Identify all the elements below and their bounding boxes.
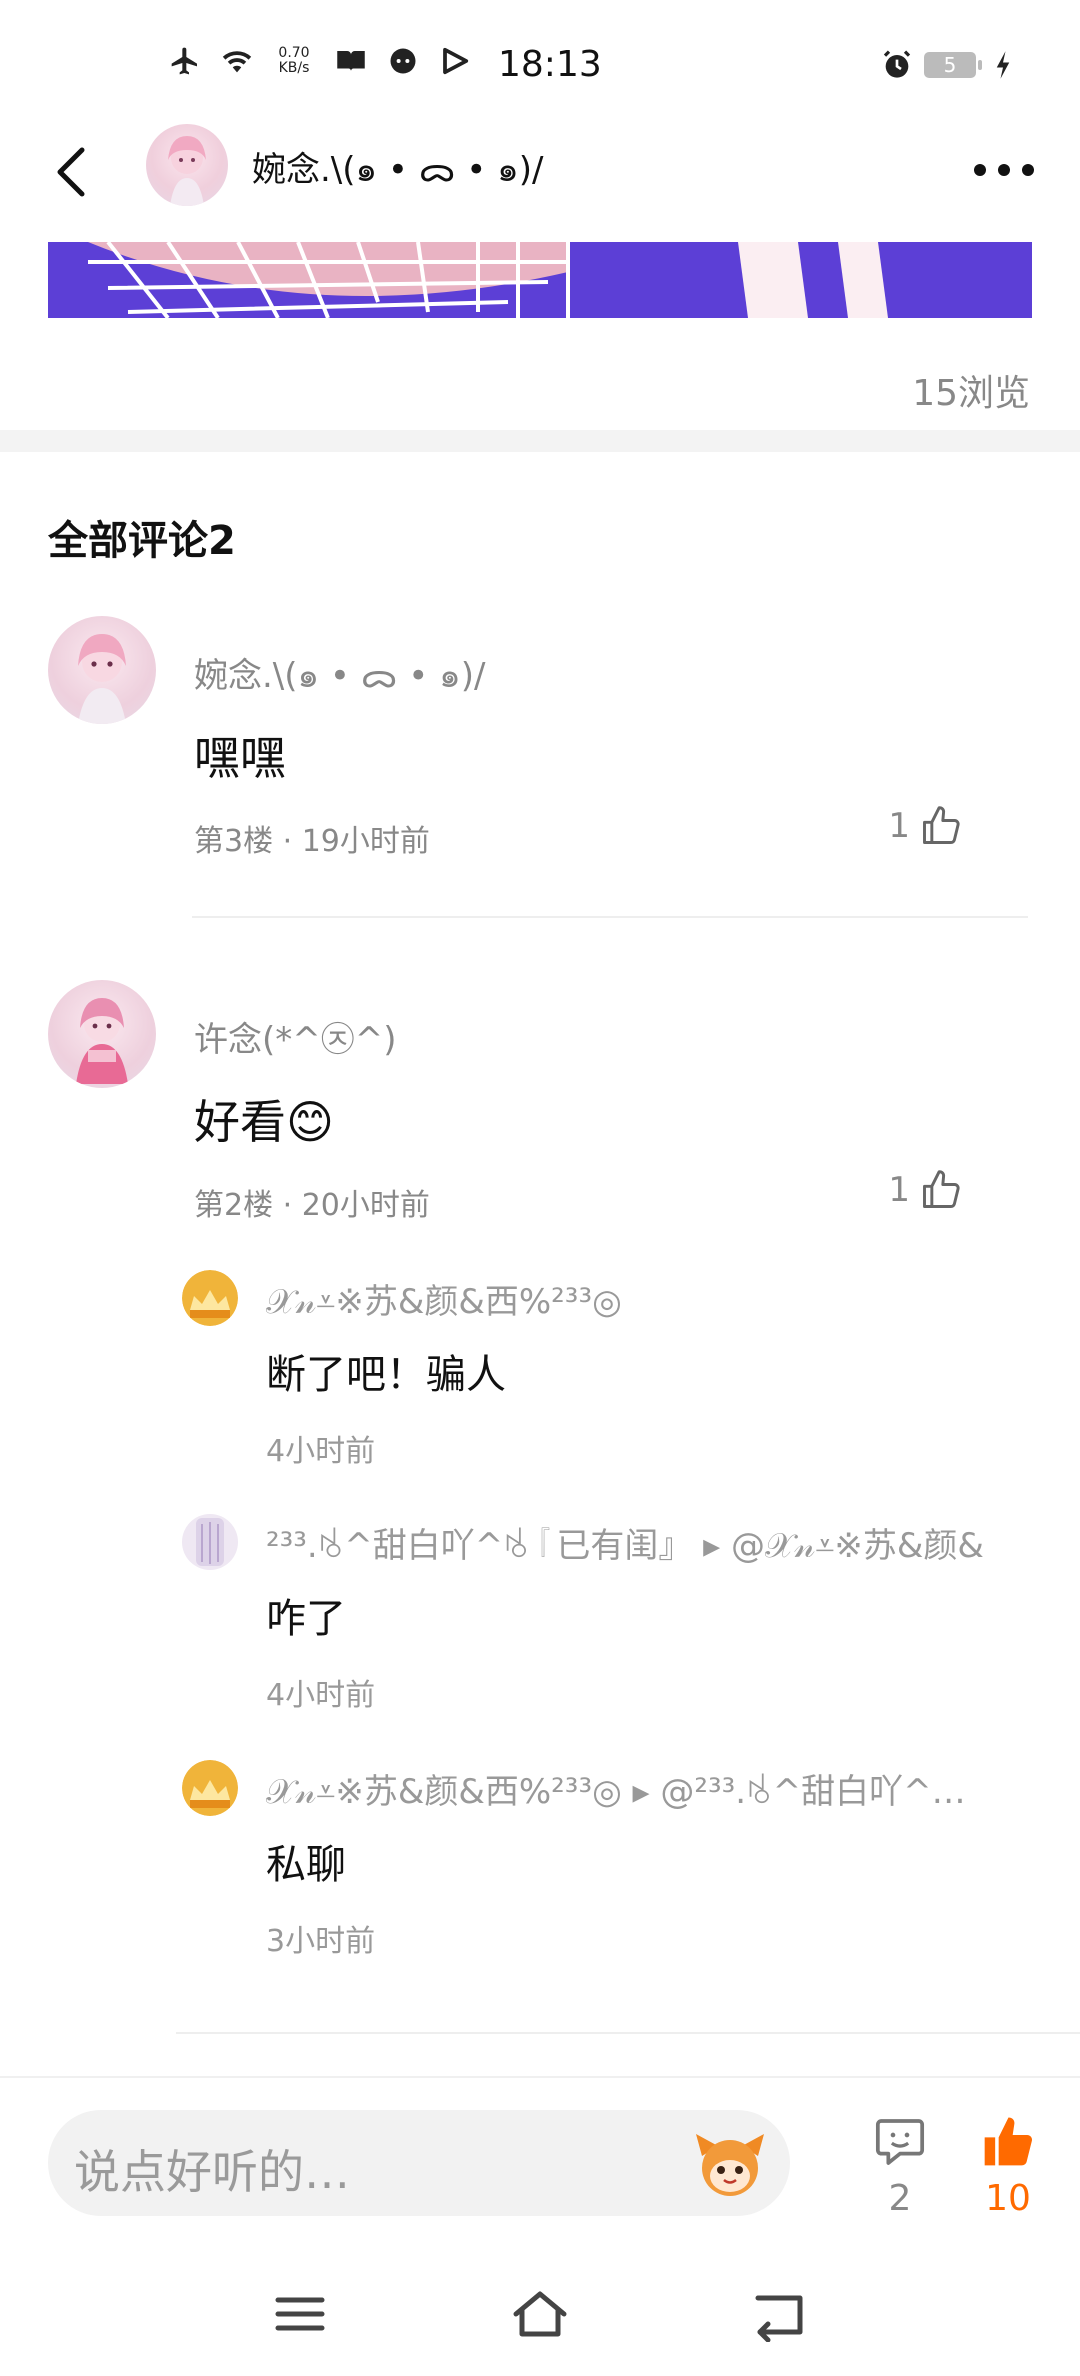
face-icon: [386, 44, 420, 78]
like-button[interactable]: 1: [888, 804, 964, 848]
more-button[interactable]: [968, 150, 1040, 190]
comment-text: 好看😊: [194, 1095, 334, 1149]
post-image[interactable]: [48, 242, 1032, 318]
like-count: 1: [888, 806, 910, 846]
return-icon: [755, 2295, 803, 2343]
charging-icon: [986, 48, 1020, 82]
comment-bubble-icon: [875, 2119, 925, 2165]
more-dots-icon: [974, 164, 1034, 176]
back-button[interactable]: [44, 142, 104, 202]
commenter-name[interactable]: 婉念.\(๑ • ᯅ • ๑)/: [194, 648, 485, 702]
home-icon: [513, 2291, 567, 2337]
replier-avatar[interactable]: [182, 1514, 238, 1570]
wifi-icon: [220, 44, 254, 78]
thumbs-up-icon: [923, 806, 960, 844]
menu-button[interactable]: [268, 2286, 332, 2342]
author-name[interactable]: 婉念.\(๑ • ᯅ • ๑)/: [252, 142, 543, 196]
author-avatar[interactable]: [146, 124, 228, 206]
mascot-icon[interactable]: [692, 2126, 768, 2202]
battery-icon: 5: [924, 52, 982, 78]
reply-time: 4小时前: [266, 1678, 376, 1713]
commenter-name[interactable]: 许念(*^㉨^): [194, 1012, 397, 1061]
like-button[interactable]: 1: [888, 1168, 964, 1212]
comment-divider: [176, 2032, 1080, 2034]
network-speed: 0.70 KB/s: [272, 46, 316, 76]
commenter-avatar[interactable]: [48, 616, 156, 724]
replier-name[interactable]: ²³³.ꂚ^甜白吖^ꂚ『已有闺』 ▸ @𝒳𝓃⩡※苏&颜&: [266, 1518, 1080, 1567]
status-left-icons: 0.70 KB/s: [168, 44, 472, 78]
play-icon: [438, 44, 472, 78]
like-count: 10: [985, 2178, 1031, 2219]
view-count: 15浏览: [912, 373, 1030, 414]
system-nav-bar: [0, 2250, 1080, 2376]
comment-text: 嘿嘿: [194, 731, 286, 785]
thumbs-up-icon: [923, 1170, 960, 1208]
replier-name[interactable]: 𝒳𝓃⩡※苏&颜&西%²³³◎: [266, 1274, 1080, 1323]
reply-time: 4小时前: [266, 1434, 376, 1469]
bottom-action-bar: 说点好听的… 2 10: [0, 2076, 1080, 2246]
network-speed-value: 0.70: [278, 45, 310, 61]
reply-time: 3小时前: [266, 1924, 376, 1959]
home-button[interactable]: [508, 2286, 572, 2342]
comments-button[interactable]: 2: [860, 2114, 940, 2219]
top-header: 婉念.\(๑ • ᯅ • ๑)/: [0, 120, 1080, 240]
reply-text: 私聊: [266, 1842, 346, 1888]
chevron-left-icon: [57, 147, 85, 197]
back-nav-button[interactable]: [748, 2286, 812, 2343]
comment-input-placeholder: 说点好听的…: [74, 2145, 350, 2199]
commenter-avatar[interactable]: [48, 980, 156, 1088]
network-speed-unit: KB/s: [278, 60, 310, 76]
post-like-button[interactable]: 10: [968, 2114, 1048, 2219]
like-count: 1: [888, 1170, 910, 1210]
comments-section-title: 全部评论2: [48, 518, 236, 564]
status-time: 18:13: [498, 44, 602, 85]
replier-avatar[interactable]: [182, 1270, 238, 1326]
book-icon: [334, 44, 368, 78]
replier-avatar[interactable]: [182, 1760, 238, 1816]
menu-icon: [275, 2297, 325, 2331]
alarm-icon: [880, 48, 914, 82]
thumbs-up-filled-icon: [984, 2117, 1033, 2166]
comment-count: 2: [888, 2178, 912, 2219]
comment-meta: 第2楼 · 20小时前: [194, 1188, 430, 1223]
reply-text: 咋了: [266, 1596, 346, 1642]
comment-input[interactable]: 说点好听的…: [48, 2110, 790, 2216]
replier-name[interactable]: 𝒳𝓃⩡※苏&颜&西%²³³◎ ▸ @²³³.ꂚ^甜白吖^…: [266, 1764, 1080, 1813]
comment-meta: 第3楼 · 19小时前: [194, 824, 430, 859]
reply-text: 断了吧！骗人: [266, 1352, 506, 1398]
status-bar: 0.70 KB/s 18:13 5: [0, 0, 1080, 130]
status-right-icons: 5: [880, 48, 1020, 82]
section-divider: [0, 430, 1080, 452]
airplane-icon: [168, 44, 202, 78]
comment-divider: [192, 916, 1028, 918]
